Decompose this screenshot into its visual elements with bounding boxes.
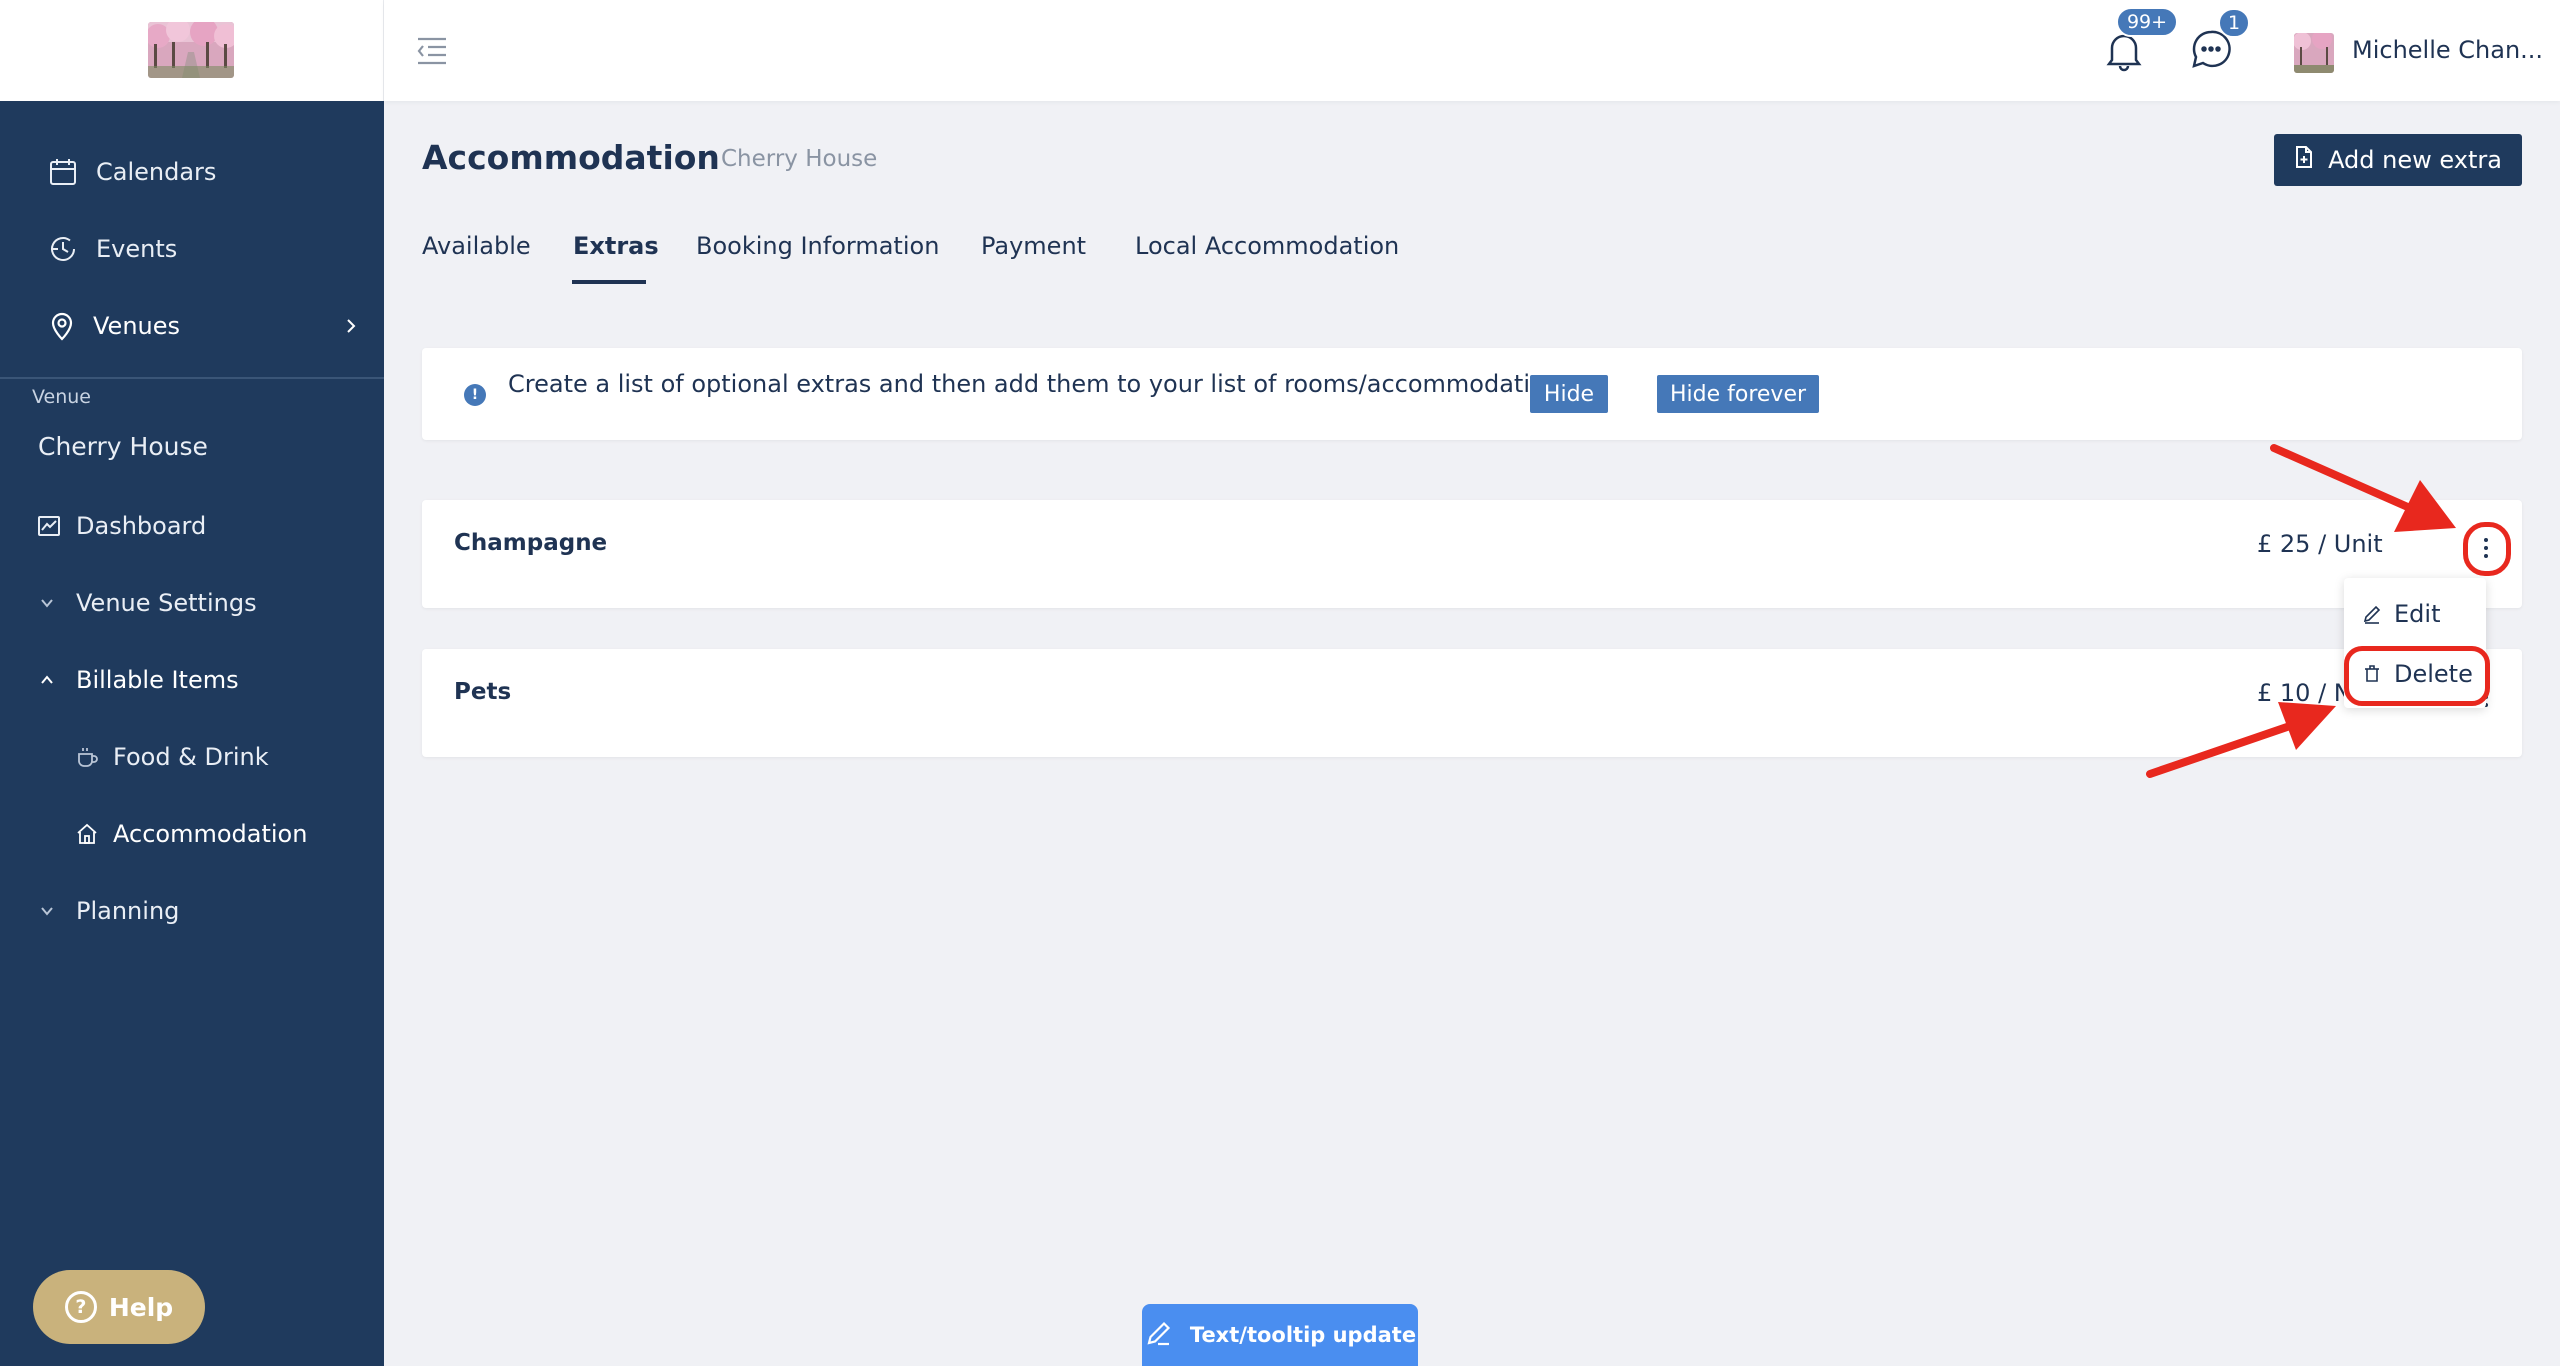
help-button[interactable]: ? Help — [33, 1270, 205, 1344]
pencil-icon — [2363, 605, 2381, 624]
sidebar-item-label: Billable Items — [76, 666, 239, 694]
page-subtitle: Cherry House — [721, 146, 878, 172]
hide-button[interactable]: Hide — [1530, 375, 1608, 413]
help-label: Help — [108, 1292, 174, 1322]
calendar-icon — [46, 155, 80, 189]
sidebar-item-calendars[interactable]: Calendars — [0, 142, 384, 202]
sidebar-item-label: Venue Settings — [76, 589, 257, 617]
sidebar-item-events[interactable]: Events — [0, 219, 384, 279]
edit-pen-icon — [1144, 1318, 1174, 1353]
chart-icon — [32, 509, 66, 543]
edit-menu-item[interactable]: Edit — [2344, 586, 2486, 642]
venue-name: Cherry House — [38, 432, 208, 461]
add-new-extra-button[interactable]: Add new extra — [2274, 134, 2522, 186]
delete-highlight — [2344, 646, 2490, 706]
info-icon: ! — [464, 384, 486, 406]
logo-area — [0, 0, 384, 101]
sidebar-item-venue-settings[interactable]: Venue Settings — [0, 573, 384, 633]
house-icon — [70, 817, 104, 851]
sidebar-collapse-icon[interactable] — [414, 34, 450, 66]
active-tab-indicator — [572, 280, 646, 284]
chevron-down-icon — [30, 586, 64, 620]
cup-icon — [70, 740, 104, 774]
sidebar-item-food-drink[interactable]: Food & Drink — [0, 727, 384, 787]
hide-forever-button[interactable]: Hide forever — [1657, 375, 1819, 413]
avatar[interactable] — [2294, 33, 2334, 73]
sidebar-item-dashboard[interactable]: Dashboard — [0, 496, 384, 556]
extra-row: Pets £ 10 / Night — [422, 649, 2522, 757]
sidebar: Calendars Events Venues Venue Cherry Hou… — [0, 0, 384, 1366]
page-title: Accommodation — [422, 138, 720, 177]
sidebar-item-planning[interactable]: Planning — [0, 881, 384, 941]
chevron-right-icon — [334, 309, 368, 343]
sidebar-item-label: Venues — [93, 312, 181, 340]
extra-row: Champagne £ 25 / Unit — [422, 500, 2522, 608]
tooltip-update-label: Text/tooltip update — [1189, 1323, 1417, 1347]
edit-label: Edit — [2394, 600, 2441, 628]
extra-name: Pets — [454, 679, 512, 705]
topbar: 99+ 1 Michelle Chan... — [384, 0, 2560, 101]
chevron-up-icon — [30, 663, 64, 697]
sidebar-item-label: Events — [96, 235, 178, 263]
clock-history-icon — [46, 232, 80, 266]
sidebar-item-label: Planning — [76, 897, 180, 925]
sidebar-item-accommodation[interactable]: Accommodation — [0, 804, 384, 864]
venue-logo[interactable] — [148, 22, 234, 78]
sidebar-item-venues[interactable]: Venues — [0, 296, 384, 356]
sidebar-item-label: Calendars — [96, 158, 217, 186]
messages-badge: 1 — [2218, 8, 2250, 38]
question-icon: ? — [64, 1291, 97, 1323]
kebab-highlight — [2463, 522, 2511, 576]
text-tooltip-update-button[interactable]: Text/tooltip update — [1142, 1304, 1418, 1366]
sidebar-item-label: Accommodation — [113, 820, 308, 848]
user-name[interactable]: Michelle Chan... — [2352, 36, 2543, 64]
tab-available[interactable]: Available — [422, 232, 531, 260]
tab-extras[interactable]: Extras — [573, 232, 659, 260]
file-plus-icon — [2294, 145, 2314, 175]
tab-payment[interactable]: Payment — [981, 232, 1086, 260]
add-new-extra-label: Add new extra — [2328, 146, 2502, 174]
sidebar-divider — [0, 377, 384, 379]
info-banner: ! Create a list of optional extras and t… — [422, 348, 2522, 440]
sidebar-item-label: Dashboard — [76, 512, 207, 540]
tab-local-accommodation[interactable]: Local Accommodation — [1135, 232, 1399, 260]
info-text: Create a list of optional extras and the… — [508, 370, 1560, 398]
extra-price: £ 25 / Unit — [2257, 530, 2383, 558]
notifications-badge: 99+ — [2116, 7, 2178, 37]
map-pin-icon — [45, 309, 79, 343]
sidebar-item-billable-items[interactable]: Billable Items — [0, 650, 384, 710]
chevron-down-icon — [30, 894, 64, 928]
extra-name: Champagne — [454, 530, 608, 556]
section-label: Venue — [32, 386, 91, 408]
sidebar-item-label: Food & Drink — [113, 743, 269, 771]
tab-booking-information[interactable]: Booking Information — [696, 232, 939, 260]
